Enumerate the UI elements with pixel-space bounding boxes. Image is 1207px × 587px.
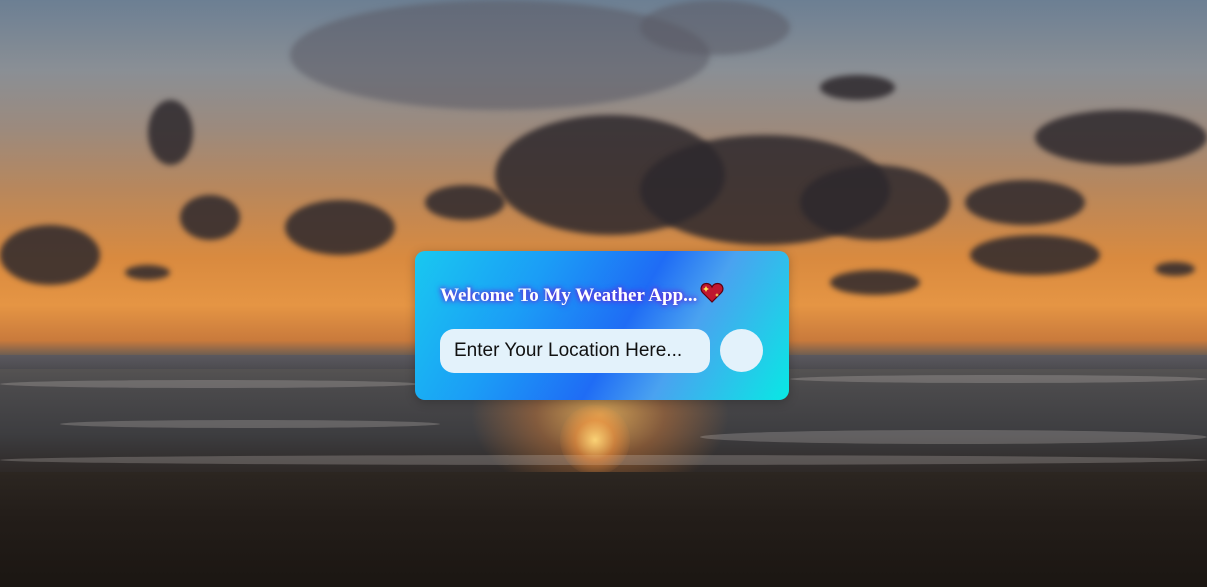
background-scene: Welcome To My Weather App... [0, 0, 1207, 587]
cloud [820, 75, 895, 100]
wave [700, 430, 1207, 444]
cloud [125, 265, 170, 280]
cloud [830, 270, 920, 295]
wave [0, 380, 420, 388]
cloud [148, 100, 193, 165]
cloud [965, 180, 1085, 225]
cloud [0, 225, 100, 285]
welcome-title: Welcome To My Weather App... [440, 282, 724, 310]
cloud [970, 235, 1100, 275]
wave [60, 420, 440, 428]
sparkling-heart-icon [700, 282, 724, 310]
welcome-title-text: Welcome To My Weather App... [440, 285, 698, 306]
weather-card: Welcome To My Weather App... [415, 251, 789, 400]
beach [0, 472, 1207, 587]
location-search-input[interactable] [440, 329, 710, 373]
sun-reflection [560, 405, 630, 475]
cloud [285, 200, 395, 255]
cloud [180, 195, 240, 240]
cloud [800, 165, 950, 240]
cloud [425, 185, 505, 220]
cloud [640, 0, 790, 55]
search-button[interactable] [720, 329, 763, 372]
cloud [1035, 110, 1207, 165]
wave [790, 375, 1207, 383]
cloud [1155, 262, 1195, 276]
